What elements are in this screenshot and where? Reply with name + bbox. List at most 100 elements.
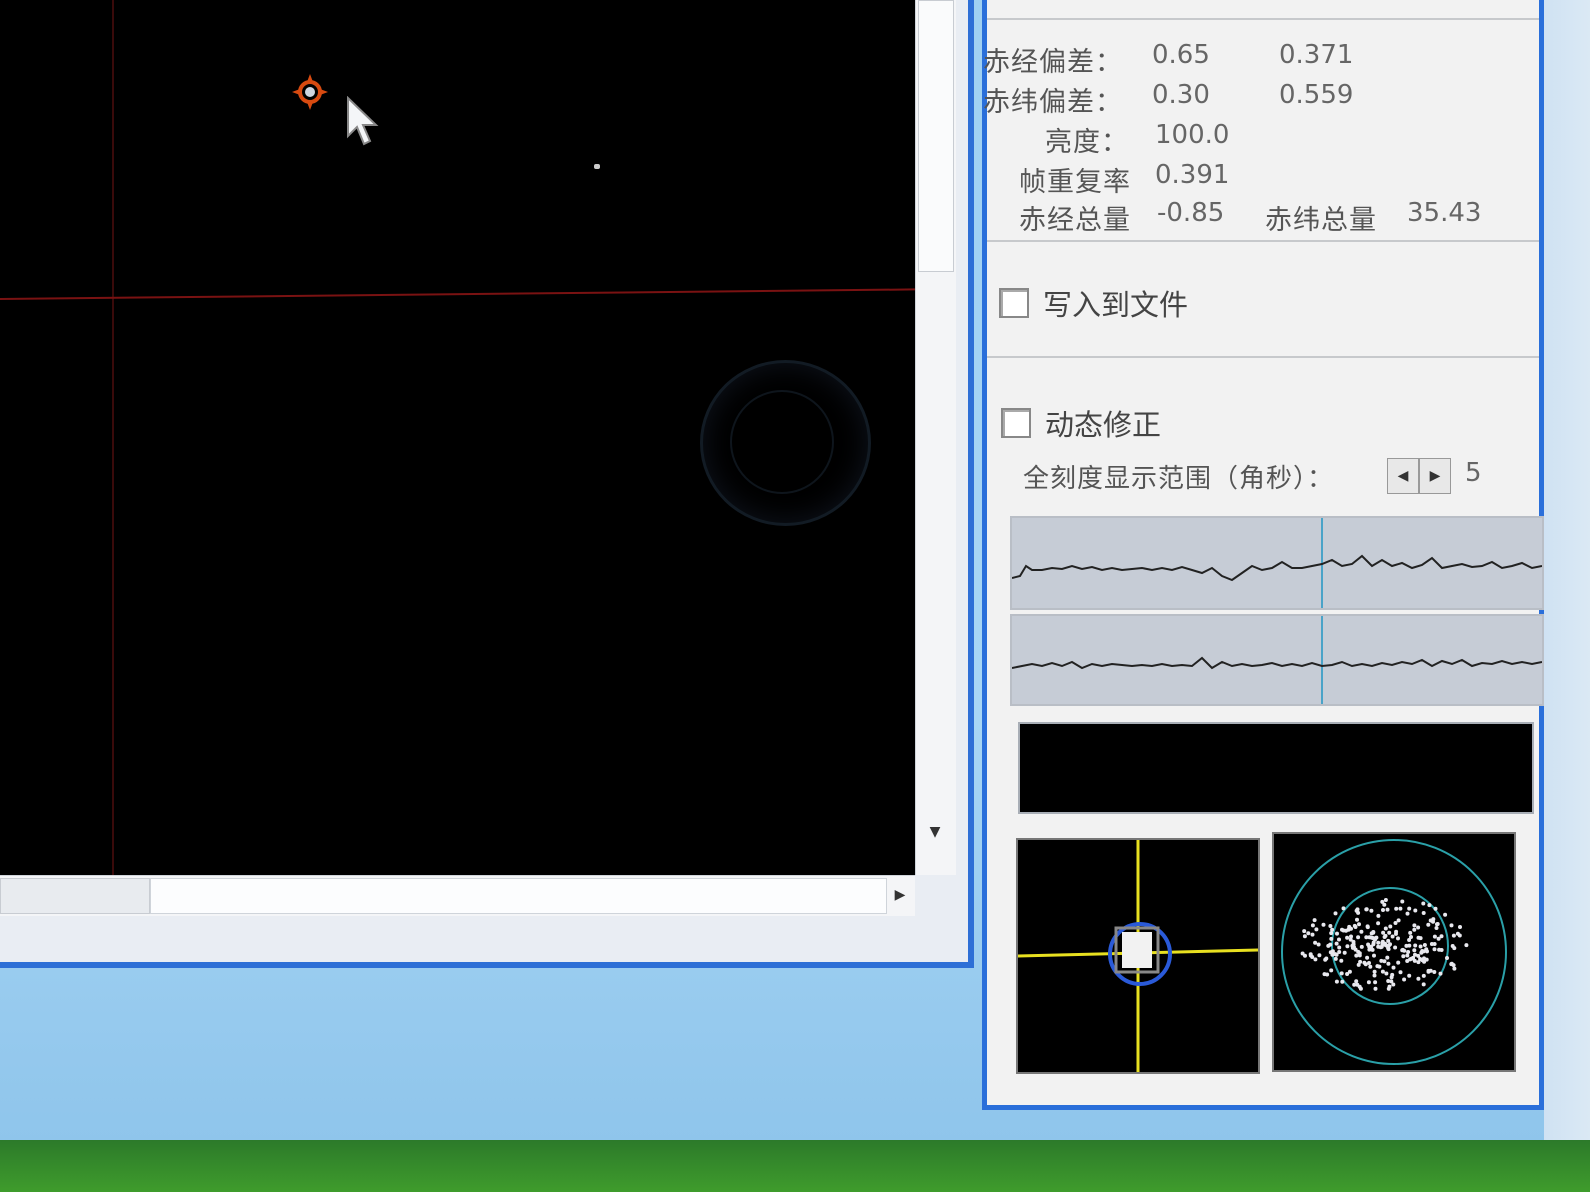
scatter-point (1373, 980, 1378, 985)
scatter-point (1452, 966, 1457, 971)
scatter-point (1452, 946, 1457, 951)
scatter-point (1302, 934, 1307, 939)
scale-range-value: 5 (1465, 458, 1482, 488)
scatter-point (1340, 979, 1345, 984)
scatter-point (1317, 953, 1322, 958)
horizontal-scroll-track-left[interactable] (0, 878, 150, 914)
panel-divider (987, 18, 1539, 20)
scatter-point (1408, 957, 1413, 962)
scatter-point (1382, 959, 1387, 964)
camera-view[interactable] (0, 0, 915, 875)
scatter-point (1375, 964, 1380, 969)
scatter-point (1393, 921, 1398, 925)
scatter-point (1345, 944, 1350, 949)
scatter-point (1359, 929, 1364, 934)
panel-divider (987, 240, 1539, 242)
scatter-point (1396, 960, 1401, 965)
scatter-point (1368, 964, 1373, 969)
write-to-file-label[interactable]: 写入到文件 (1043, 282, 1188, 324)
scatter-point (1308, 952, 1313, 957)
scatter-point (1372, 953, 1376, 958)
ra-deviation-value-1: 0.65 (1152, 40, 1210, 70)
scatter-point (1396, 936, 1400, 941)
spin-left-icon[interactable]: ◀ (1387, 458, 1419, 494)
brightness-value: 100.0 (1155, 120, 1230, 150)
scatter-point (1354, 908, 1359, 913)
scatter-point (1385, 955, 1390, 960)
scatter-point (1416, 925, 1421, 930)
scatter-point (1383, 941, 1387, 946)
scatter-point (1424, 957, 1429, 962)
vertical-scroll-thumb[interactable] (918, 0, 954, 272)
ra-total-label: 赤经总量 (1019, 205, 1131, 236)
scatter-point (1376, 921, 1381, 926)
horizontal-scroll-thumb[interactable] (150, 878, 887, 914)
panel-divider (987, 356, 1539, 358)
scatter-point (1412, 927, 1417, 932)
dynamic-correction-label[interactable]: 动态修正 (1045, 402, 1161, 444)
scatter-point (1376, 913, 1381, 918)
scatter-point (1412, 923, 1417, 928)
scatter-point (1449, 923, 1454, 928)
scatter-point (1421, 982, 1426, 987)
scatter-point (1413, 908, 1418, 913)
spin-right-icon[interactable]: ▶ (1419, 458, 1451, 494)
scatter-point (1457, 933, 1462, 938)
dec-deviation-value-2: 0.559 (1279, 80, 1354, 110)
scatter-point (1335, 931, 1339, 936)
scatter-point (1310, 932, 1315, 937)
scatter-point (1407, 943, 1412, 948)
scatter-point (1337, 945, 1342, 950)
scatter-point (1341, 906, 1346, 911)
dec-deviation-label: 赤纬偏差： (983, 87, 1123, 118)
scatter-point (1323, 957, 1328, 962)
target-marker-icon[interactable] (290, 72, 330, 112)
scatter-point (1345, 935, 1350, 940)
scatter-point (1449, 961, 1454, 966)
scatter-point (1314, 927, 1319, 932)
scatter-point (1385, 907, 1390, 912)
scatter-point (1401, 954, 1406, 959)
scatter-point (1405, 911, 1410, 916)
scatter-point (1351, 939, 1356, 944)
guide-camera-window: ▼ ▶ (0, 0, 974, 968)
scatter-point (1352, 923, 1357, 928)
scroll-down-arrow-icon[interactable]: ▼ (918, 815, 952, 849)
scatter-point (1409, 935, 1413, 939)
scatter-point (1329, 936, 1334, 941)
scatter-point (1369, 908, 1374, 913)
scatter-point (1426, 922, 1431, 927)
scatter-point (1367, 961, 1371, 965)
write-to-file-checkbox[interactable] (999, 288, 1029, 318)
dynamic-correction-checkbox[interactable] (1001, 408, 1031, 438)
scatter-point (1342, 950, 1347, 955)
scatter-point (1362, 960, 1367, 965)
scatter-point (1432, 934, 1437, 939)
scatter-point (1383, 898, 1388, 902)
scatter-point (1339, 971, 1344, 976)
scatter-point (1316, 942, 1321, 947)
scatter-point (1393, 945, 1398, 950)
scatter-point (1445, 956, 1449, 960)
scatter-point (1432, 970, 1437, 974)
scatter-point (1313, 940, 1318, 945)
scatter-point (1439, 934, 1444, 939)
scatter-point (1398, 906, 1403, 911)
ra-deviation-label: 赤经偏差： (983, 47, 1123, 78)
scatter-point (1354, 953, 1359, 958)
scatter-point (1372, 973, 1377, 978)
scatter-point (1398, 970, 1403, 975)
star-crosshair-view (1016, 838, 1260, 1074)
scatter-point (1376, 944, 1381, 949)
scatter-point (1432, 947, 1437, 952)
scatter-point (1443, 912, 1448, 917)
dec-total-value: 35.43 (1407, 198, 1482, 228)
scatter-point (1434, 926, 1439, 930)
scatter-point (1302, 929, 1307, 934)
scatter-point (1333, 911, 1338, 916)
scroll-right-arrow-icon[interactable]: ▶ (885, 878, 915, 912)
scatter-point (1412, 948, 1417, 953)
scatter-point (1406, 950, 1411, 954)
scatter-point (1381, 908, 1385, 912)
scatter-point (1407, 973, 1412, 978)
